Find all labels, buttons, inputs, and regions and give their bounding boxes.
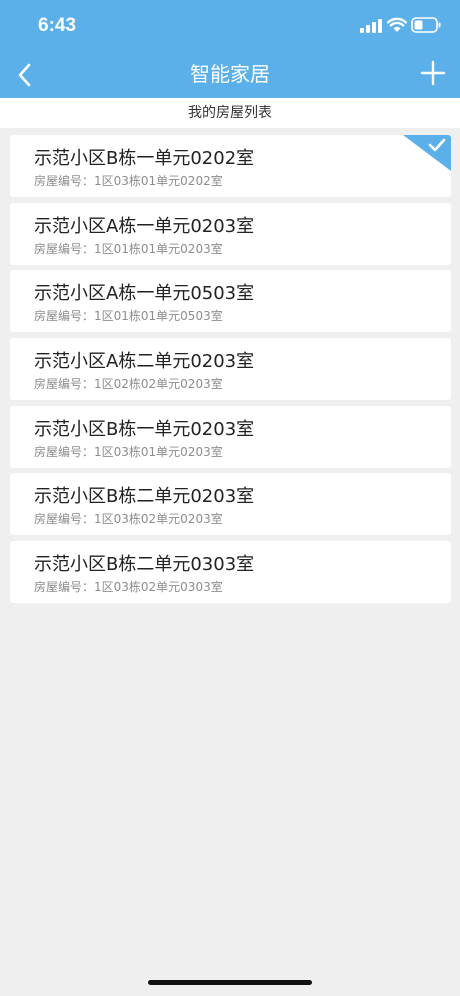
status-time: 6:43 xyxy=(38,15,77,36)
app-header: 6:43 智能家居 xyxy=(0,0,460,98)
home-indicator[interactable] xyxy=(148,980,312,985)
add-house-button[interactable] xyxy=(420,60,446,86)
selected-badge xyxy=(403,135,451,171)
house-code: 房屋编号：1区03栋02单元0203室 xyxy=(34,512,223,527)
cellular-signal-icon xyxy=(360,19,382,33)
house-card[interactable]: 示范小区A栋一单元0503室 房屋编号：1区01栋01单元0503室 xyxy=(10,270,451,333)
house-card[interactable]: 示范小区B栋二单元0303室 房屋编号：1区03栋02单元0303室 xyxy=(10,541,451,604)
house-code: 房屋编号：1区01栋01单元0503室 xyxy=(34,309,223,324)
house-name: 示范小区B栋一单元0203室 xyxy=(34,418,255,440)
house-name: 示范小区A栋二单元0203室 xyxy=(34,351,255,373)
house-name: 示范小区B栋二单元0303室 xyxy=(34,554,255,576)
section-header: 我的房屋列表 xyxy=(0,98,460,128)
house-code: 房屋编号：1区03栋01单元0203室 xyxy=(34,444,223,459)
status-bar: 6:43 xyxy=(0,0,460,54)
house-code: 房屋编号：1区01栋01单元0203室 xyxy=(34,241,223,256)
battery-icon xyxy=(411,17,441,33)
house-code: 房屋编号：1区03栋01单元0202室 xyxy=(34,174,223,188)
house-name: 示范小区A栋一单元0503室 xyxy=(34,283,255,305)
house-card[interactable]: 示范小区A栋二单元0203室 房屋编号：1区02栋02单元0203室 xyxy=(10,338,451,401)
house-card[interactable]: 示范小区A栋一单元0203室 房屋编号：1区01栋01单元0203室 xyxy=(10,202,451,265)
house-card[interactable]: 示范小区B栋一单元0203室 房屋编号：1区03栋01单元0203室 xyxy=(10,405,451,468)
house-card[interactable]: 示范小区B栋一单元0202室 房屋编号：1区03栋01单元0202室 xyxy=(10,135,451,197)
house-name: 示范小区B栋一单元0202室 xyxy=(34,148,255,169)
house-name: 示范小区B栋二单元0203室 xyxy=(34,486,255,508)
house-list: 示范小区B栋一单元0202室 房屋编号：1区03栋01单元0202室 示范小区A… xyxy=(10,135,451,609)
house-card[interactable]: 示范小区B栋二单元0203室 房屋编号：1区03栋02单元0203室 xyxy=(10,473,451,536)
nav-bar: 智能家居 xyxy=(0,54,460,98)
house-name: 示范小区A栋一单元0203室 xyxy=(34,215,255,237)
house-code: 房屋编号：1区02栋02单元0203室 xyxy=(34,377,223,392)
wifi-icon xyxy=(387,17,407,32)
house-code: 房屋编号：1区03栋02单元0303室 xyxy=(34,580,223,595)
page-title: 智能家居 xyxy=(190,62,270,86)
plus-icon xyxy=(420,60,446,86)
